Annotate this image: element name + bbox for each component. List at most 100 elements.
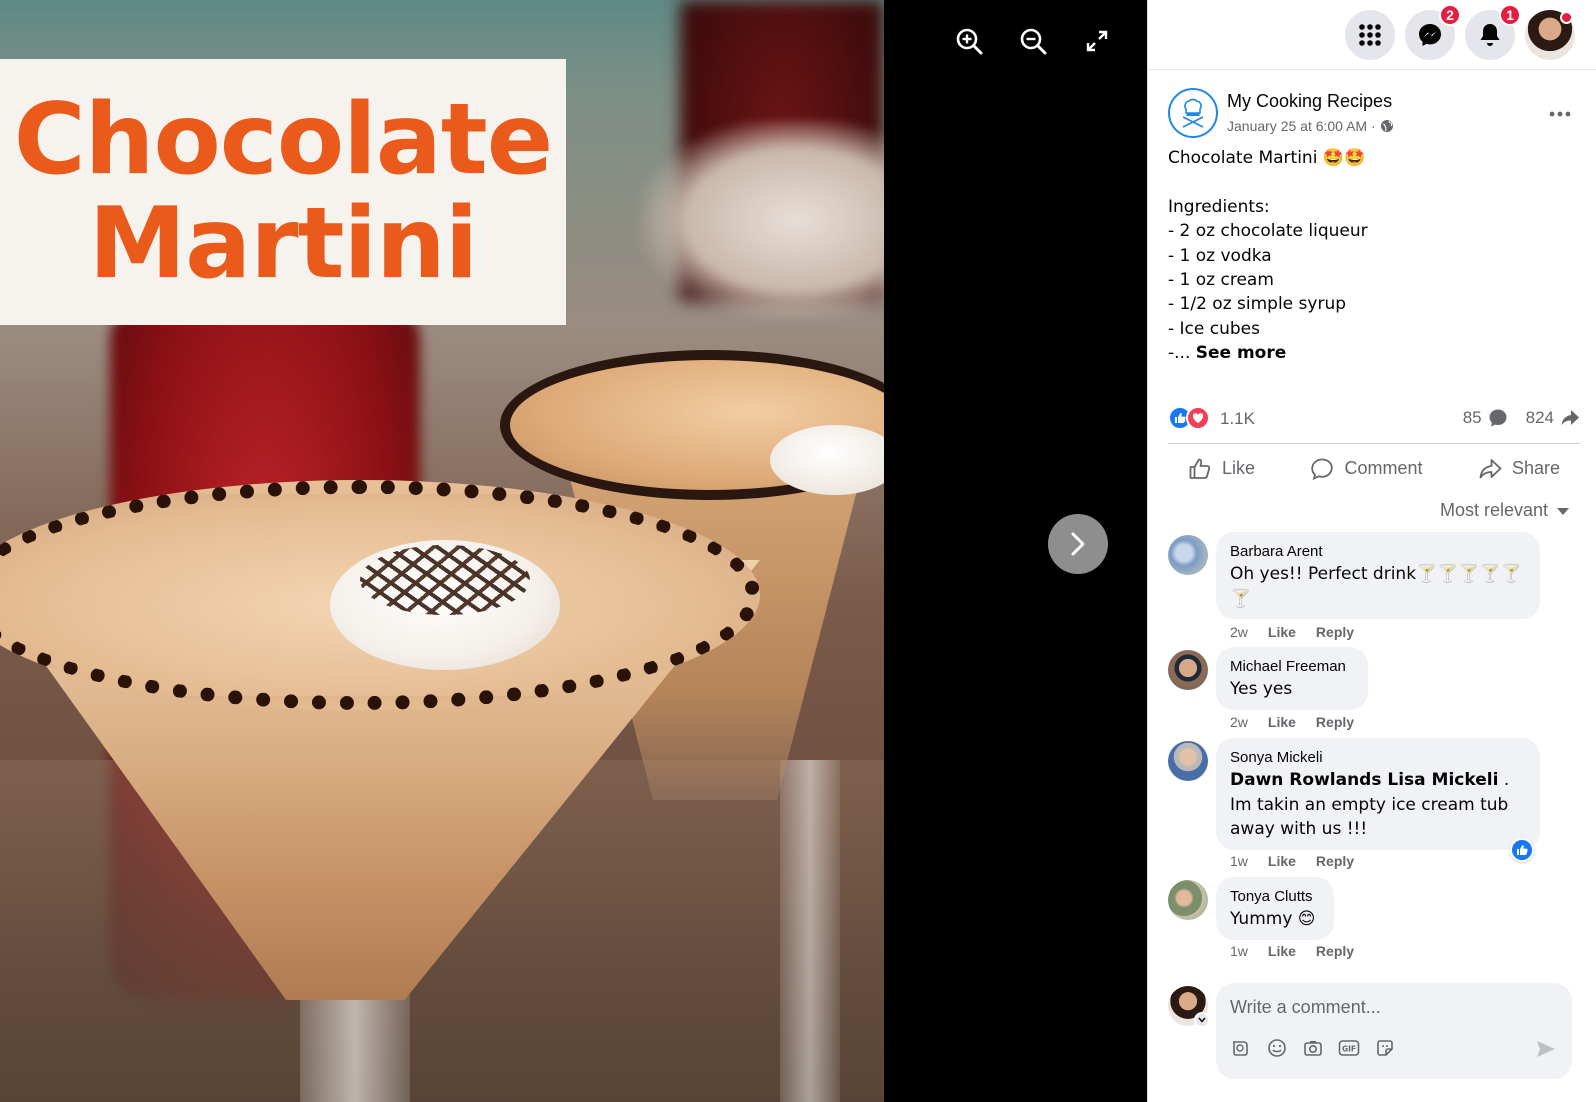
comment-like-link[interactable]: Like — [1268, 624, 1296, 640]
comment-author[interactable]: Michael Freeman — [1230, 657, 1354, 677]
avatar-sticker-icon — [1233, 1041, 1248, 1056]
account-avatar[interactable] — [1525, 10, 1575, 60]
post-side-panel: 2 1 My Cooking Recipes January 25 at 6:0… — [1147, 0, 1596, 1102]
gif-button[interactable]: GIF — [1338, 1037, 1360, 1059]
comment-bubble: Barbara Arent Oh yes!! Perfect drink🍸🍸🍸🍸… — [1216, 532, 1540, 619]
comment-mention[interactable]: Dawn Rowlands Lisa Mickeli — [1230, 770, 1498, 790]
commenter-avatar[interactable] — [1168, 650, 1208, 690]
emoji-button[interactable] — [1266, 1037, 1288, 1059]
composer-tools: GIF — [1230, 1037, 1396, 1059]
more-options-icon — [1549, 111, 1571, 117]
comment-actions: 1w Like Reply — [1230, 853, 1354, 869]
share-button[interactable]: Share — [1468, 447, 1570, 491]
comment-time[interactable]: 1w — [1230, 943, 1248, 959]
comment-like-badge[interactable] — [1510, 838, 1534, 862]
messenger-icon — [1419, 24, 1441, 46]
comment-reply-link[interactable]: Reply — [1316, 943, 1354, 959]
photo-chocolate-sprinkles — [360, 545, 530, 615]
comment-author[interactable]: Barbara Arent — [1230, 542, 1526, 562]
comment-like-link[interactable]: Like — [1268, 943, 1296, 959]
commenter-avatar[interactable] — [1168, 535, 1208, 575]
thumbs-up-icon — [1189, 458, 1211, 479]
post-options-button[interactable] — [1542, 96, 1578, 132]
avatar-sticker-button[interactable] — [1230, 1037, 1252, 1059]
top-bar-icons: 2 1 — [1345, 4, 1575, 60]
like-button[interactable]: Like — [1178, 447, 1265, 491]
comment-time[interactable]: 1w — [1230, 853, 1248, 869]
truncated-prefix: -... — [1168, 343, 1196, 364]
comment-item: Tonya Clutts Yummy 😊 1w Like Reply — [1168, 877, 1568, 967]
zoom-in-button[interactable] — [950, 22, 988, 60]
comment-sort-dropdown[interactable]: Most relevant — [1440, 500, 1570, 521]
reaction-count[interactable]: 1.1K — [1220, 409, 1255, 429]
menu-button[interactable] — [1345, 10, 1395, 60]
camera-icon — [1304, 1041, 1322, 1056]
comment-reply-link[interactable]: Reply — [1316, 853, 1354, 869]
chevron-down-icon — [1198, 1017, 1206, 1023]
chevron-right-icon — [1071, 532, 1085, 556]
notifications-button[interactable]: 1 — [1465, 4, 1521, 60]
comment-author[interactable]: Sonya Mickeli — [1230, 748, 1526, 768]
comment-text: Oh yes!! Perfect drink🍸🍸🍸🍸🍸🍸 — [1230, 564, 1522, 609]
messenger-badge: 2 — [1439, 4, 1461, 26]
fullscreen-button[interactable] — [1078, 22, 1116, 60]
image-title-line1: Chocolate — [13, 83, 553, 197]
post-line: - 1 oz vodka — [1168, 245, 1272, 266]
send-icon — [1537, 1041, 1555, 1057]
image-title-line2: Martini — [88, 187, 479, 301]
page-avatar[interactable] — [1168, 88, 1218, 138]
reactions-summary: 1.1K 85 824 — [1168, 405, 1580, 433]
post-photo: Chocolate Martini — [0, 0, 884, 1102]
post-text: Chocolate Martini 🤩🤩 Ingredients: - 2 oz… — [1168, 146, 1578, 366]
post-meta: January 25 at 6:00 AM · — [1227, 118, 1394, 134]
reaction-icons[interactable] — [1168, 406, 1210, 430]
comment-icon — [1311, 458, 1334, 480]
engagement-counts: 85 824 — [1463, 408, 1580, 428]
post-timestamp[interactable]: January 25 at 6:00 AM · — [1227, 118, 1376, 134]
comment-button-label: Comment — [1344, 458, 1423, 478]
post-line: - Ice cubes — [1168, 318, 1260, 339]
post-header: My Cooking Recipes January 25 at 6:00 AM… — [1168, 88, 1578, 140]
comment-like-link[interactable]: Like — [1268, 853, 1296, 869]
page-name[interactable]: My Cooking Recipes — [1227, 91, 1392, 112]
account-status-dot — [1560, 11, 1573, 24]
messenger-button[interactable]: 2 — [1405, 4, 1461, 60]
comment-text: Yes yes — [1230, 679, 1293, 699]
sticker-button[interactable] — [1374, 1037, 1396, 1059]
photo-button[interactable] — [1302, 1037, 1324, 1059]
grid-menu-icon — [1359, 24, 1381, 46]
share-icon — [1479, 458, 1502, 478]
comment-reply-link[interactable]: Reply — [1316, 714, 1354, 730]
commenter-avatar[interactable] — [1168, 741, 1208, 781]
comment-actions: 2w Like Reply — [1230, 624, 1354, 640]
comment-composer: GIF — [1168, 983, 1580, 1083]
chef-hat-logo-icon — [1182, 98, 1204, 128]
post-line-truncated: -... See more — [1168, 341, 1578, 365]
bell-icon — [1480, 24, 1500, 46]
post-line — [1168, 170, 1578, 194]
comment-time[interactable]: 2w — [1230, 624, 1248, 640]
share-button-label: Share — [1511, 458, 1560, 478]
comment-actions: 1w Like Reply — [1230, 943, 1354, 959]
comment-input[interactable] — [1230, 993, 1550, 1021]
profile-switch-button[interactable] — [1194, 1012, 1210, 1028]
image-title-card: Chocolate Martini — [0, 59, 566, 325]
send-comment-button[interactable] — [1534, 1037, 1558, 1061]
see-more-link[interactable]: See more — [1196, 343, 1287, 363]
comment-time[interactable]: 2w — [1230, 714, 1248, 730]
comment-like-link[interactable]: Like — [1268, 714, 1296, 730]
comment-reply-link[interactable]: Reply — [1316, 624, 1354, 640]
share-count[interactable]: 824 — [1526, 408, 1554, 428]
photo-viewer: Chocolate Martini — [0, 0, 1147, 1102]
comment-input-box: GIF — [1216, 983, 1572, 1079]
comment-author[interactable]: Tonya Clutts — [1230, 887, 1320, 907]
commenter-avatar[interactable] — [1168, 880, 1208, 920]
share-arrow-icon — [1561, 410, 1579, 426]
comment-bubble: Sonya Mickeli Dawn Rowlands Lisa Mickeli… — [1216, 738, 1540, 850]
comment-count[interactable]: 85 — [1463, 408, 1482, 428]
zoom-out-button[interactable] — [1014, 22, 1052, 60]
photo-post-viewer: Chocolate Martini 2 1 My Cooking Recipes… — [0, 0, 1596, 1102]
comment-button[interactable]: Comment — [1300, 447, 1432, 491]
zoom-in-icon — [956, 28, 983, 55]
next-photo-button[interactable] — [1048, 514, 1108, 574]
